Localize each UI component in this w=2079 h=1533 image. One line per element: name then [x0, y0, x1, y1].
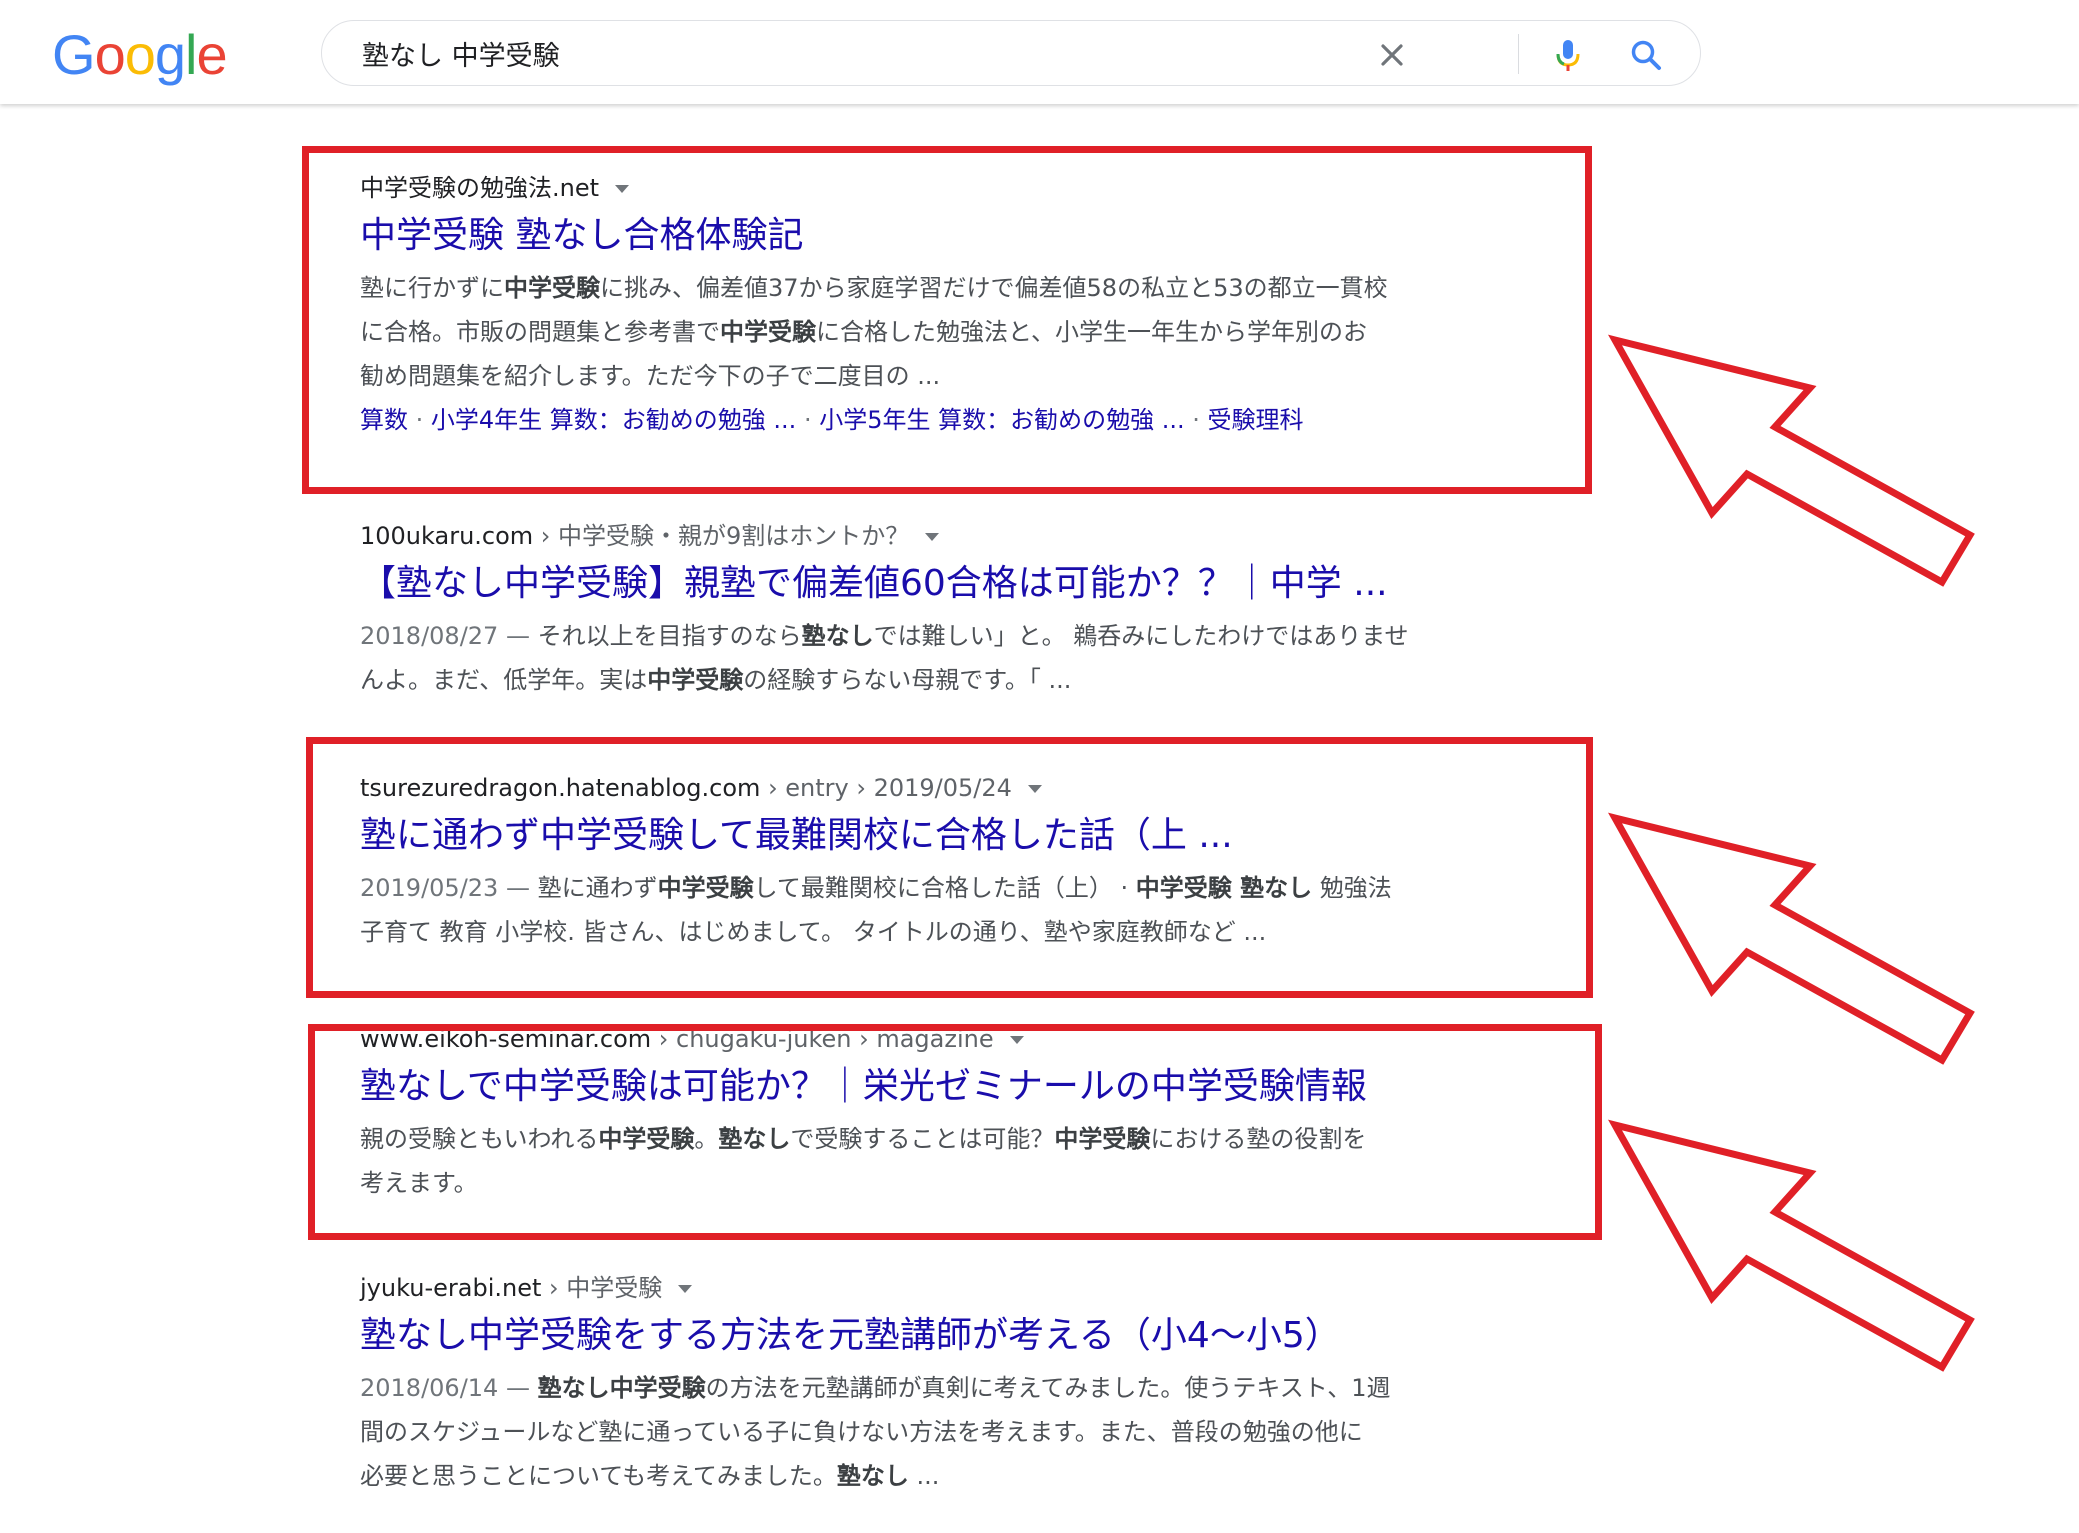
result-site: jyuku-erabi.net [360, 1274, 542, 1302]
highlight-box-1 [302, 146, 1592, 494]
search-result-2: 100ukaru.com › 中学受験・親が9割はホントか？ 【塾なし中学受験】… [360, 520, 1560, 702]
caret-down-icon[interactable] [925, 533, 940, 541]
highlight-box-2 [306, 737, 1593, 998]
snippet-keyword: 塾なし中学受験 [537, 1374, 706, 1402]
result-title[interactable]: 【塾なし中学受験】親塾で偏差値60合格は可能か？？｜中学 ... [360, 560, 1560, 608]
search-icon[interactable] [1626, 35, 1666, 75]
logo-letter: g [154, 23, 186, 86]
mic-icon[interactable] [1548, 35, 1588, 75]
close-icon[interactable] [1372, 35, 1412, 75]
result-title[interactable]: 塾なし中学受験をする方法を元塾講師が考える（小4〜小5） [360, 1312, 1560, 1360]
result-breadcrumb: › 中学受験 [541, 1274, 663, 1302]
result-snippet: 2018/08/27 — それ以上を目指すのなら塾なしでは難しい」と。 鵜呑みに… [360, 622, 1409, 694]
snippet-keyword: 中学受験 [647, 666, 744, 694]
result-date: 2018/06/14 — [360, 1374, 530, 1402]
arrow-icon-2 [1608, 812, 1975, 1065]
snippet-keyword: 塾なし [801, 622, 874, 650]
arrow-icon-3 [1608, 1119, 1975, 1372]
search-divider [1518, 34, 1519, 74]
arrow-icon-1 [1608, 334, 1975, 587]
highlight-box-3 [308, 1024, 1602, 1240]
logo-letter: G [52, 23, 96, 86]
logo-letter: o [124, 23, 156, 86]
logo-letter: l [185, 23, 197, 86]
search-result-5: jyuku-erabi.net › 中学受験 塾なし中学受験をする方法を元塾講師… [360, 1272, 1560, 1498]
result-snippet: 2018/06/14 — 塾なし中学受験の方法を元塾講師が真剣に考えてみました。… [360, 1374, 1391, 1490]
search-input[interactable] [362, 35, 1362, 71]
caret-down-icon[interactable] [678, 1285, 693, 1293]
result-site: 100ukaru.com [360, 522, 534, 550]
result-date: 2018/08/27 — [360, 622, 530, 650]
logo-letter: o [94, 23, 126, 86]
result-cite[interactable]: 100ukaru.com › 中学受験・親が9割はホントか？ [360, 520, 1560, 552]
top-bar: Google [0, 0, 2079, 104]
google-logo[interactable]: Google [52, 22, 228, 87]
search-box[interactable] [321, 20, 1701, 86]
result-cite[interactable]: jyuku-erabi.net › 中学受験 [360, 1272, 1560, 1304]
logo-letter: e [196, 23, 227, 86]
result-breadcrumb: › 中学受験・親が9割はホントか？ [533, 522, 910, 550]
snippet-keyword: 塾なし [836, 1462, 909, 1490]
